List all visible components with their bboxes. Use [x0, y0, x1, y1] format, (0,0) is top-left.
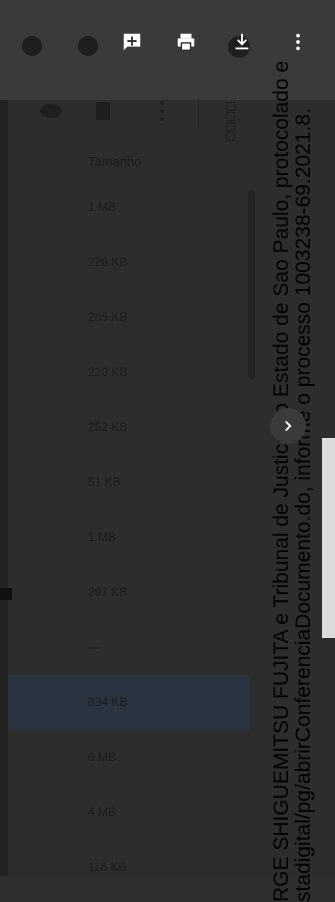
toolbar-divider — [198, 98, 199, 128]
file-list: 1 MB 226 KB 265 KB 220 KB 252 KB 51 KB 1… — [0, 180, 250, 895]
trash-icon — [96, 102, 110, 120]
more-vert-icon — [296, 33, 300, 51]
left-notch — [0, 588, 12, 600]
file-size: 1 MB — [88, 200, 117, 214]
file-size: 220 KB — [88, 365, 128, 379]
file-size: 226 KB — [88, 255, 128, 269]
help-icon — [22, 36, 42, 56]
list-item: 4 MB — [0, 785, 250, 840]
next-page-button[interactable] — [270, 408, 306, 444]
download-button[interactable] — [228, 28, 256, 56]
print-icon — [177, 33, 195, 51]
settings-icon — [78, 36, 98, 56]
download-icon — [235, 33, 249, 50]
file-size: 118 KB — [88, 860, 127, 874]
list-item: 1 MB — [0, 180, 250, 235]
file-size: 265 KB — [88, 310, 128, 324]
file-size: 4 MB — [88, 805, 117, 819]
list-item: 252 KB — [0, 400, 250, 455]
eye-icon — [40, 104, 62, 118]
scrollbar[interactable] — [248, 190, 255, 380]
file-size: — — [88, 640, 100, 654]
file-size: 51 KB — [88, 475, 121, 489]
add-comment-button[interactable] — [118, 28, 146, 56]
list-item: 51 KB — [0, 455, 250, 510]
file-size: 1 MB — [88, 530, 117, 544]
list-item: 220 KB — [0, 345, 250, 400]
add-comment-icon — [123, 33, 141, 51]
side-panel-edge — [322, 438, 335, 638]
list-item: 6 MB — [0, 730, 250, 785]
more-options-button[interactable] — [284, 28, 312, 56]
file-size: 834 KB — [88, 695, 128, 709]
file-size: 252 KB — [88, 420, 128, 434]
left-edge — [0, 100, 8, 902]
list-item: 1 MB — [0, 510, 250, 565]
file-size: 297 KB — [88, 585, 128, 599]
file-size: 6 MB — [88, 750, 117, 764]
more-options-icon — [160, 101, 164, 121]
list-item: 297 KB — [0, 565, 250, 620]
chevron-right-icon — [285, 420, 292, 432]
size-column-header: Tamanho — [88, 154, 142, 169]
watermark-line-2: stadigital/pg/abrirConferenciaDocumento.… — [292, 108, 315, 902]
list-item: 226 KB — [0, 235, 250, 290]
list-item: — — [0, 620, 250, 675]
list-item: 265 KB — [0, 290, 250, 345]
grid-view-icon — [226, 102, 244, 141]
list-item-selected: 834 KB — [0, 675, 250, 730]
watermark-line-1: RGE SHIGUEMITSU FUJITA e Tribunal de Jus… — [270, 60, 293, 902]
print-button[interactable] — [172, 28, 200, 56]
